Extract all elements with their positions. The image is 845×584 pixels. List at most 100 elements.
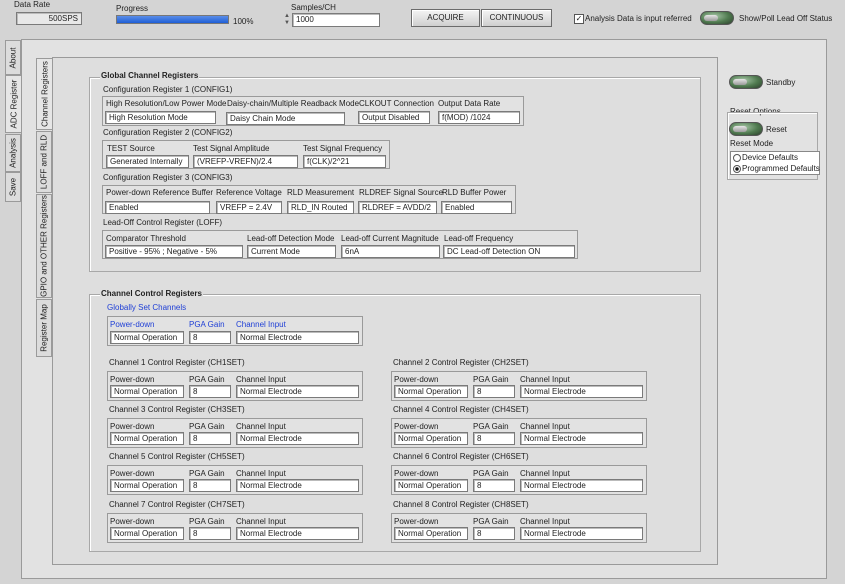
- ch2-input-label: Channel Input: [520, 375, 570, 384]
- ch8-powerdown-field[interactable]: Normal Operation: [394, 527, 468, 540]
- ch7-input-field[interactable]: Normal Electrode: [236, 527, 359, 540]
- tab-analysis[interactable]: Analysis: [5, 134, 21, 172]
- ch3-powerdown-label: Power-down: [110, 422, 155, 431]
- global-powerdown-field[interactable]: Normal Operation: [110, 331, 184, 344]
- config1-clkout-field[interactable]: Output Disabled: [358, 111, 430, 124]
- config1-daisy-chain-field[interactable]: Daisy Chain Mode: [226, 112, 345, 125]
- ch2-pga-label: PGA Gain: [473, 375, 509, 384]
- ch7-input-label: Channel Input: [236, 517, 286, 526]
- tab-loff-rld[interactable]: LOFF and RLD: [36, 131, 52, 193]
- global-input-field[interactable]: Normal Electrode: [236, 331, 359, 344]
- ch3-powerdown-field[interactable]: Normal Operation: [110, 432, 184, 445]
- ch3-input-field[interactable]: Normal Electrode: [236, 432, 359, 445]
- ch3-pga-label: PGA Gain: [189, 422, 225, 431]
- ch4-powerdown-label: Power-down: [394, 422, 439, 431]
- global-pga-field[interactable]: 8: [189, 331, 231, 344]
- config2-label: Test Signal Amplitude: [193, 144, 270, 153]
- ch4-powerdown-field[interactable]: Normal Operation: [394, 432, 468, 445]
- config1-data-rate-field[interactable]: f(MOD) /1024: [438, 111, 520, 124]
- loff-label: Lead-off Frequency: [444, 234, 514, 243]
- config3-label: Power-down Reference Buffer: [106, 188, 214, 197]
- ch4-input-field[interactable]: Normal Electrode: [520, 432, 643, 445]
- config1-power-mode-field[interactable]: High Resolution Mode: [105, 111, 216, 124]
- global-pga-label: PGA Gain: [189, 320, 225, 329]
- ch1-input-label: Channel Input: [236, 375, 286, 384]
- loff-frequency-field[interactable]: DC Lead-off Detection ON: [443, 245, 575, 258]
- tab-adc-register[interactable]: ADC Register: [5, 75, 22, 133]
- samples-label: Samples/CH: [291, 3, 336, 12]
- programmed-defaults-radio[interactable]: [733, 165, 741, 173]
- referred-checkbox[interactable]: ✓: [574, 14, 584, 24]
- data-rate-field[interactable]: 500SPS: [16, 12, 82, 25]
- ch6-powerdown-field[interactable]: Normal Operation: [394, 479, 468, 492]
- tab-channel-registers[interactable]: Channel Registers: [36, 58, 53, 130]
- config2-label: TEST Source: [107, 144, 155, 153]
- ch6-pga-field[interactable]: 8: [473, 479, 515, 492]
- ch1-pga-field[interactable]: 8: [189, 385, 231, 398]
- tab-gpio-other[interactable]: GPIO and OTHER Registers: [36, 194, 52, 298]
- ch1-pga-label: PGA Gain: [189, 375, 225, 384]
- device-defaults-radio[interactable]: [733, 154, 741, 162]
- config1-label: High Resolution/Low Power Mode: [106, 99, 227, 108]
- tab-about[interactable]: About: [5, 40, 21, 75]
- continuous-button[interactable]: CONTINUOUS: [481, 9, 552, 27]
- tab-save[interactable]: Save: [5, 172, 21, 202]
- ch4-pga-label: PGA Gain: [473, 422, 509, 431]
- ch8-pga-label: PGA Gain: [473, 517, 509, 526]
- ch8-title: Channel 8 Control Register (CH8SET): [393, 500, 529, 509]
- config1-label: Daisy-chain/Multiple Readback Mode: [227, 99, 360, 108]
- ch5-powerdown-label: Power-down: [110, 469, 155, 478]
- ch8-pga-field[interactable]: 8: [473, 527, 515, 540]
- global-channel-title: Global Channel Registers: [100, 71, 200, 80]
- standby-toggle[interactable]: [729, 75, 763, 89]
- config2-test-source-field[interactable]: Generated Internally: [106, 155, 189, 168]
- ch1-powerdown-label: Power-down: [110, 375, 155, 384]
- ch2-powerdown-field[interactable]: Normal Operation: [394, 385, 468, 398]
- ch8-input-label: Channel Input: [520, 517, 570, 526]
- loff-threshold-field[interactable]: Positive - 95% ; Negative - 5%: [105, 245, 243, 258]
- tab-register-map[interactable]: Register Map: [36, 299, 52, 357]
- ch7-powerdown-field[interactable]: Normal Operation: [110, 527, 184, 540]
- config3-rld-meas-field[interactable]: RLD_IN Routed: [287, 201, 354, 214]
- global-input-label: Channel Input: [236, 320, 286, 329]
- loff-mode-field[interactable]: Current Mode: [247, 245, 336, 258]
- ch1-input-field[interactable]: Normal Electrode: [236, 385, 359, 398]
- ch7-title: Channel 7 Control Register (CH7SET): [109, 500, 245, 509]
- lead-off-label: Show/Poll Lead Off Status: [739, 14, 833, 23]
- ch8-input-field[interactable]: Normal Electrode: [520, 527, 643, 540]
- ch3-input-label: Channel Input: [236, 422, 286, 431]
- config2-amplitude-field[interactable]: (VREFP-VREFN)/2.4: [193, 155, 298, 168]
- progress-bar: [116, 15, 229, 24]
- ch5-powerdown-field[interactable]: Normal Operation: [110, 479, 184, 492]
- loff-label: Lead-off Current Magnitude: [341, 234, 439, 243]
- config3-ref-voltage-field[interactable]: VREFP = 2.4V: [216, 201, 282, 214]
- config2-frequency-field[interactable]: f(CLK)/2^21: [303, 155, 386, 168]
- ch2-input-field[interactable]: Normal Electrode: [520, 385, 643, 398]
- global-powerdown-label: Power-down: [110, 320, 155, 329]
- config1-title: Configuration Register 1 (CONFIG1): [103, 85, 233, 94]
- ch4-title: Channel 4 Control Register (CH4SET): [393, 405, 529, 414]
- lead-off-toggle[interactable]: [700, 11, 734, 25]
- loff-title: Lead-Off Control Register (LOFF): [103, 218, 223, 227]
- ch6-input-field[interactable]: Normal Electrode: [520, 479, 643, 492]
- ch6-input-label: Channel Input: [520, 469, 570, 478]
- config3-rld-buffer-field[interactable]: Enabled: [441, 201, 512, 214]
- ch5-pga-field[interactable]: 8: [189, 479, 231, 492]
- config3-label: RLD Buffer Power: [442, 188, 507, 197]
- ch7-pga-field[interactable]: 8: [189, 527, 231, 540]
- samples-stepper-icon[interactable]: ▲ ▼: [283, 13, 291, 27]
- ch2-pga-field[interactable]: 8: [473, 385, 515, 398]
- config3-pd-refbuf-field[interactable]: Enabled: [105, 201, 210, 214]
- ch5-input-field[interactable]: Normal Electrode: [236, 479, 359, 492]
- samples-input[interactable]: 1000: [292, 13, 380, 27]
- loff-label: Comparator Threshold: [106, 234, 186, 243]
- ch4-pga-field[interactable]: 8: [473, 432, 515, 445]
- reset-toggle[interactable]: [729, 122, 763, 136]
- acquire-button[interactable]: ACQUIRE: [411, 9, 480, 27]
- loff-current-field[interactable]: 6nA: [341, 245, 440, 258]
- config3-rldref-field[interactable]: RLDREF = AVDD/2: [358, 201, 437, 214]
- channel-control-title: Channel Control Registers: [100, 289, 203, 298]
- ch1-powerdown-field[interactable]: Normal Operation: [110, 385, 184, 398]
- data-rate-label: Data Rate: [14, 0, 51, 9]
- ch3-pga-field[interactable]: 8: [189, 432, 231, 445]
